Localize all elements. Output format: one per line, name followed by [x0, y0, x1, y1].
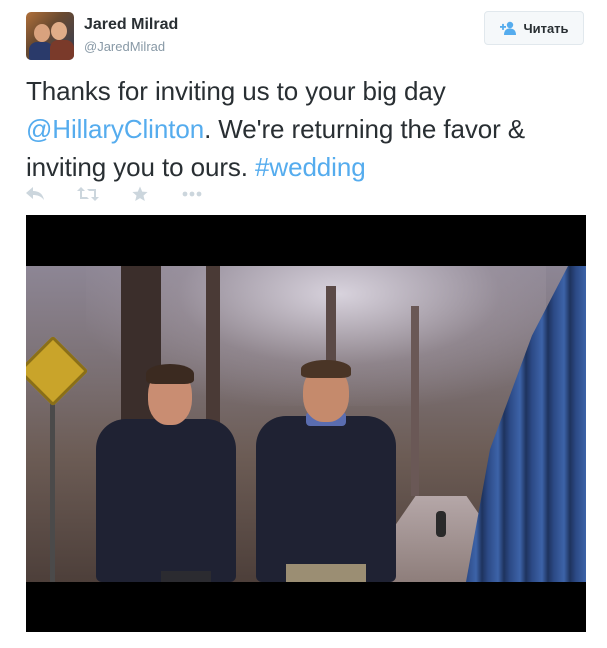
user-avatar[interactable] — [26, 12, 74, 60]
video-player[interactable] — [26, 215, 586, 632]
retweet-button[interactable] — [77, 184, 99, 204]
user-handle[interactable]: @JaredMilrad — [84, 39, 165, 54]
reply-button[interactable] — [26, 184, 45, 204]
more-icon — [182, 191, 202, 197]
tweet-text: Thanks for inviting us to your big day @… — [26, 72, 586, 186]
mention-link[interactable]: @HillaryClinton — [26, 114, 204, 144]
follow-button[interactable]: Читать — [484, 11, 584, 45]
tweet-text-part1: Thanks for inviting us to your big day — [26, 76, 446, 106]
video-frame — [26, 266, 586, 582]
favorite-button[interactable] — [132, 184, 148, 204]
favorite-icon — [132, 186, 148, 201]
user-display-name[interactable]: Jared Milrad — [84, 16, 178, 34]
follow-button-label: Читать — [523, 20, 569, 36]
retweet-icon — [77, 187, 99, 201]
hashtag-link[interactable]: #wedding — [255, 152, 366, 182]
reply-icon — [26, 187, 44, 200]
more-button[interactable] — [182, 184, 202, 204]
add-user-icon — [500, 21, 517, 35]
